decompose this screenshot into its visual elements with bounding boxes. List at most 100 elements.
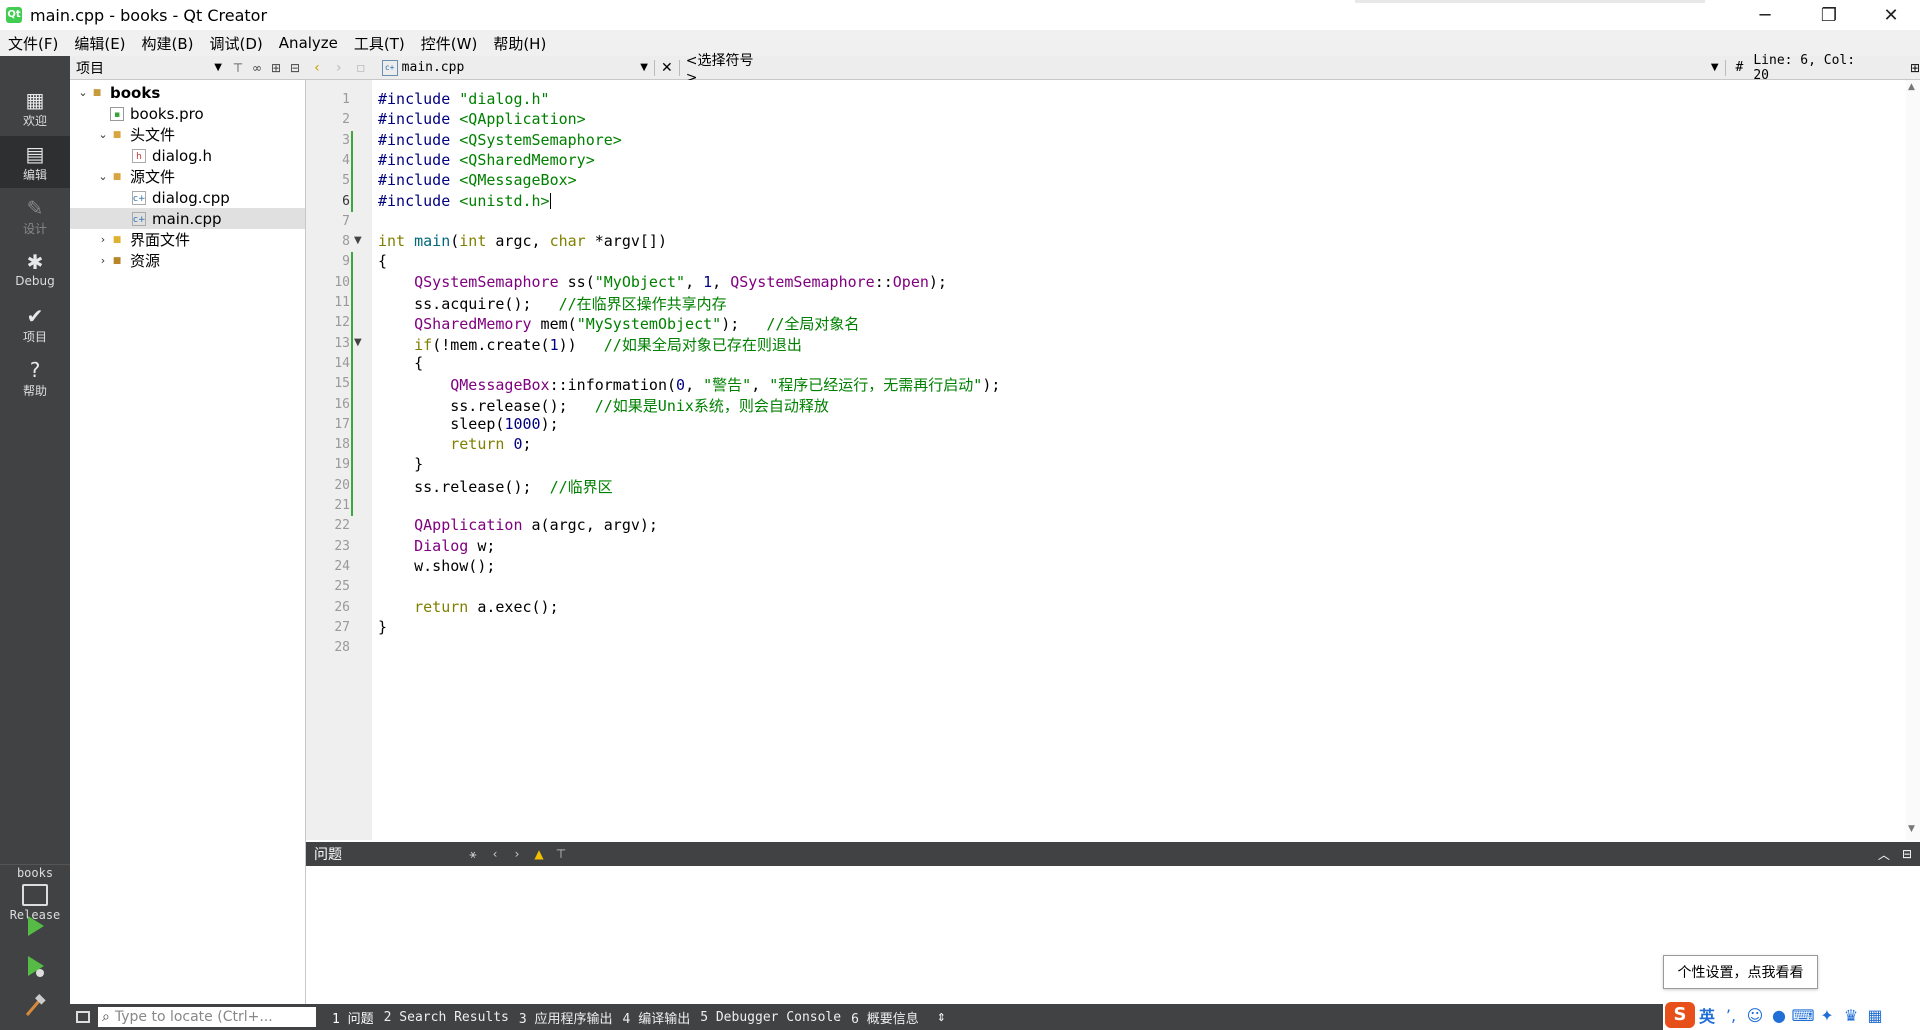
- mode-welcome[interactable]: ▦ 欢迎: [0, 82, 70, 134]
- tree-item-books-pro[interactable]: ▪ books.pro: [70, 103, 305, 124]
- expand-arrow-icon[interactable]: ⌄: [76, 86, 90, 99]
- menu-help[interactable]: 帮助(H): [485, 33, 554, 54]
- next-item-icon[interactable]: ›: [506, 847, 528, 861]
- tree-item-sources[interactable]: ⌄ ■ 源文件: [70, 166, 305, 187]
- mode-projects[interactable]: ✔ 项目: [0, 298, 70, 350]
- code-line[interactable]: int main(int argc, char *argv[]): [378, 232, 667, 252]
- menu-debug[interactable]: 调试(D): [202, 33, 271, 54]
- tree-item-headers[interactable]: ⌄ ■ 头文件: [70, 124, 305, 145]
- tab-application-output[interactable]: 3 应用程序输出: [519, 1008, 613, 1027]
- code-editor[interactable]: 1 2 3 4 5 6 7 8 ▼ 9 10 11 12 13 ▼ 14 15 16 17 18 19 20 21 22 23 2…: [306, 80, 1920, 840]
- sogou-logo-icon[interactable]: S: [1665, 1002, 1695, 1028]
- code-line[interactable]: return a.exec();: [378, 598, 559, 618]
- tree-item-dialog-h[interactable]: h dialog.h: [70, 145, 305, 166]
- run-icon[interactable]: [22, 913, 48, 939]
- code-line[interactable]: }: [378, 455, 423, 475]
- code-line[interactable]: ss.release(); //如果是Unix系统，则会自动释放: [378, 395, 829, 415]
- minimize-icon[interactable]: ─: [1736, 0, 1794, 30]
- link-icon[interactable]: ∞: [249, 61, 265, 75]
- collapse-arrow-icon[interactable]: ›: [96, 233, 110, 246]
- close-pane-icon[interactable]: ⊟: [1902, 847, 1912, 861]
- menu-tools[interactable]: 工具(T): [346, 33, 413, 54]
- close-document-icon[interactable]: ✕: [661, 60, 673, 76]
- locator-input[interactable]: ⌕ Type to locate (Ctrl+...: [98, 1007, 316, 1027]
- code-line[interactable]: ss.acquire(); //在临界区操作共享内存: [378, 293, 727, 313]
- scroll-up-icon[interactable]: ▲: [1908, 82, 1915, 92]
- close-icon[interactable]: ✕: [1862, 0, 1920, 30]
- mode-design[interactable]: ✎ 设计: [0, 190, 70, 242]
- maximize-pane-icon[interactable]: ︿: [1878, 846, 1890, 863]
- menu-grid-icon[interactable]: ▦: [1863, 1006, 1887, 1025]
- tree-item-books[interactable]: ⌄ ■ books: [70, 82, 305, 103]
- code-line[interactable]: if(!mem.create(1)) //如果全局对象已存在则退出: [378, 334, 802, 354]
- tree-item-main-cpp[interactable]: c+ main.cpp: [70, 208, 305, 229]
- split-editor-icon[interactable]: ⊞: [1910, 61, 1920, 75]
- code-line[interactable]: {: [378, 354, 423, 374]
- code-line[interactable]: QSystemSemaphore ss("MyObject", 1, QSyst…: [378, 273, 947, 293]
- ime-tooltip[interactable]: 个性设置，点我看看: [1663, 955, 1818, 989]
- code-line[interactable]: #include <QApplication>: [378, 110, 586, 130]
- microphone-icon[interactable]: ●: [1767, 1006, 1791, 1025]
- code-line[interactable]: sleep(1000);: [378, 415, 558, 435]
- menu-analyze[interactable]: Analyze: [271, 34, 346, 52]
- build-hammer-icon[interactable]: [22, 993, 48, 1019]
- skin-icon[interactable]: ♛: [1839, 1006, 1863, 1025]
- punctuation-icon[interactable]: ’,: [1719, 1006, 1743, 1025]
- code-line[interactable]: QMessageBox::information(0, "警告", "程序已经运…: [378, 374, 1000, 394]
- restore-icon[interactable]: ❐: [1800, 0, 1858, 30]
- tab-search-results[interactable]: 2 Search Results: [384, 1010, 509, 1025]
- toolbox-icon[interactable]: ✦: [1815, 1006, 1839, 1025]
- code-line[interactable]: Dialog w;: [378, 537, 495, 557]
- tab-debugger-console[interactable]: 5 Debugger Console: [700, 1010, 841, 1025]
- expand-arrow-icon[interactable]: ⌄: [96, 128, 110, 141]
- emoji-icon[interactable]: ☺: [1743, 1006, 1767, 1025]
- collapse-arrow-icon[interactable]: ›: [96, 254, 110, 267]
- more-tabs-icon[interactable]: ⇕: [937, 1011, 946, 1024]
- project-view-combo[interactable]: 项目: [76, 58, 104, 78]
- menu-build[interactable]: 构建(B): [134, 33, 202, 54]
- tree-item-resources[interactable]: › ■ 资源: [70, 250, 305, 271]
- chevron-down-icon[interactable]: ▼: [640, 62, 648, 73]
- code-line[interactable]: #include <QMessageBox>: [378, 171, 577, 191]
- code-line[interactable]: ss.release(); //临界区: [378, 476, 613, 496]
- filter-icon[interactable]: ⊤: [230, 61, 246, 75]
- toggle-sidebar-icon[interactable]: [76, 1011, 90, 1023]
- code-line[interactable]: QSharedMemory mem("MySystemObject"); //全…: [378, 313, 859, 333]
- fold-marker-icon[interactable]: ▼: [354, 337, 362, 348]
- chevron-down-icon[interactable]: ▼: [214, 62, 222, 73]
- mode-edit[interactable]: ▤ 编辑: [0, 136, 70, 188]
- debug-run-icon[interactable]: [22, 953, 48, 979]
- code-line[interactable]: #include <QSystemSemaphore>: [378, 131, 622, 151]
- fold-marker-icon[interactable]: ▼: [354, 235, 362, 246]
- forward-arrow-icon[interactable]: ›: [328, 60, 350, 76]
- open-documents-combo[interactable]: c+ main.cpp: [381, 59, 464, 76]
- keyboard-icon[interactable]: ⌨: [1791, 1006, 1815, 1025]
- filter-icon[interactable]: ⊤: [550, 847, 572, 861]
- prev-item-icon[interactable]: ‹: [484, 847, 506, 861]
- tab-compile-output[interactable]: 4 编译输出: [623, 1008, 691, 1027]
- tree-item-forms[interactable]: › ■ 界面文件: [70, 229, 305, 250]
- code-line[interactable]: #include "dialog.h": [378, 90, 550, 110]
- menu-edit[interactable]: 编辑(E): [66, 33, 133, 54]
- mode-help[interactable]: ? 帮助: [0, 352, 70, 404]
- code-line[interactable]: return 0;: [378, 435, 531, 455]
- tab-issues[interactable]: 1 问题: [332, 1008, 374, 1027]
- code-line[interactable]: QApplication a(argc, argv);: [378, 516, 658, 536]
- warning-icon[interactable]: ▲: [528, 847, 550, 861]
- mode-debug[interactable]: ✱ Debug: [0, 244, 70, 296]
- code-line[interactable]: }: [378, 618, 387, 638]
- tab-general-messages[interactable]: 6 概要信息: [851, 1008, 919, 1027]
- back-arrow-icon[interactable]: ‹: [306, 60, 328, 76]
- menu-widgets[interactable]: 控件(W): [413, 33, 486, 54]
- expand-arrow-icon[interactable]: ⌄: [96, 170, 110, 183]
- cursor-position[interactable]: Line: 6, Col: 20: [1753, 53, 1878, 83]
- code-line[interactable]: #include <QSharedMemory>: [378, 151, 595, 171]
- menu-file[interactable]: 文件(F): [0, 33, 66, 54]
- code-line[interactable]: {: [378, 252, 387, 272]
- code-line[interactable]: #include <unistd.h>: [378, 192, 551, 212]
- chevron-down-icon[interactable]: ▼: [1711, 62, 1719, 73]
- vertical-scrollbar[interactable]: ▲ ▼: [1906, 80, 1920, 840]
- clean-icon[interactable]: ⚹: [462, 847, 484, 862]
- close-panel-icon[interactable]: ⊟: [287, 61, 303, 75]
- ime-language-toggle[interactable]: 英: [1695, 1003, 1719, 1027]
